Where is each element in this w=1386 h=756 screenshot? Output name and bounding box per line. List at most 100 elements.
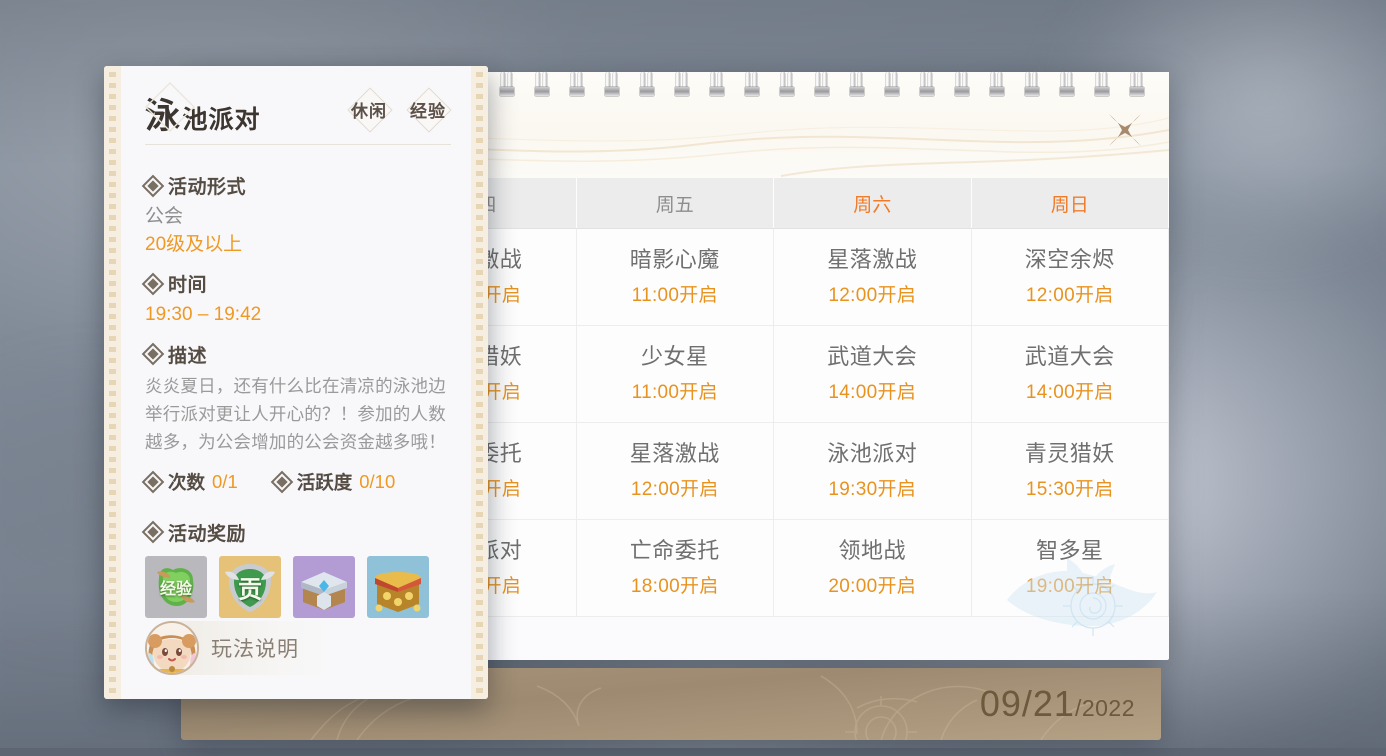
diamond-bullet-icon (141, 174, 165, 197)
table-header-3[interactable]: 周五 (576, 178, 774, 229)
npc-avatar (145, 621, 199, 675)
spiral-ring (605, 72, 619, 100)
dialog-body: 活动形式 公会 20级及以上 时间 19:30 – 19:42 描述 炎炎夏日，… (121, 172, 471, 618)
spiral-ring (1130, 72, 1144, 100)
activity-cell-time: 11:00开启 (631, 284, 718, 306)
calendar-date: 09/21/2022 (980, 683, 1135, 725)
activity-cell[interactable]: 青灵猎妖 15:30开启 (971, 422, 1169, 520)
silver-chest-icon[interactable] (293, 555, 355, 618)
activity-cell-name: 武道大会 (827, 344, 918, 370)
activity-tag: 休闲 (346, 87, 393, 133)
activity-cell-name: 青灵猎妖 (1024, 441, 1115, 467)
dialog-footer: 玩法说明 (145, 621, 449, 675)
activity-tag-label: 经验 (410, 101, 446, 122)
calendar-month-day: 09/21 (979, 683, 1075, 724)
dialog-left-border (104, 66, 121, 699)
activity-cell-time: 19:30开启 (828, 478, 917, 500)
activity-cell-time: 11:00开启 (631, 381, 718, 403)
gameplay-help-label: 玩法说明 (211, 638, 299, 661)
activity-cell-name: 亡命委托 (629, 538, 720, 564)
activity-detail-dialog: 泳池派对 休闲 经验 活动形式 公会 20级及以上 时间 19:30 – 19:4… (104, 66, 488, 699)
diamond-bullet-icon (141, 520, 165, 544)
activity-cell[interactable]: 领地战 20:00开启 (773, 519, 972, 617)
activity-cell-time: 12:00开启 (630, 478, 719, 500)
spiral-ring (570, 72, 584, 100)
close-icon[interactable] (1103, 108, 1147, 152)
section-activity-form: 活动形式 (141, 172, 449, 199)
reward-glyph: 贡 (238, 574, 262, 604)
diamond-bullet-icon (141, 342, 165, 366)
activity-cell[interactable]: 星落激战 12:00开启 (773, 228, 972, 326)
activity-cell-time: 19:00开启 (1025, 575, 1114, 597)
activity-cell-time: 12:00开启 (1025, 284, 1114, 306)
activity-cell-name: 泳池派对 (827, 441, 918, 467)
activity-cell-time: 14:00开启 (828, 381, 917, 403)
table-header-4[interactable]: 周六 (773, 178, 972, 229)
activity-time-value: 19:30 – 19:42 (145, 304, 262, 326)
spiral-ring (780, 72, 794, 100)
activity-level-requirement: 20级及以上 (145, 233, 243, 255)
activity-cell-time: 14:00开启 (1025, 381, 1114, 403)
gameplay-help-button[interactable]: 玩法说明 (145, 621, 345, 675)
activity-counter-label: 活跃度 (296, 471, 353, 493)
reward-glyph: 经验 (159, 578, 192, 598)
dialog-content: 泳池派对 休闲 经验 活动形式 公会 20级及以上 时间 19:30 – 19:4… (121, 66, 471, 699)
activity-title: 泳池派对 (144, 81, 261, 139)
activity-counter-label: 次数 (168, 471, 206, 493)
spiral-ring (535, 72, 549, 100)
activity-cell-name: 少女星 (640, 344, 709, 370)
spiral-ring (1060, 72, 1074, 100)
diamond-bullet-icon (141, 470, 165, 493)
activity-cell-name: 智多星 (1035, 538, 1104, 564)
spiral-ring (745, 72, 759, 100)
section-description: 描述 (141, 341, 449, 368)
activity-counter: 活跃度 0/10 (270, 469, 396, 495)
activity-cell-time: 15:30开启 (1025, 478, 1114, 500)
activity-cell-time: 18:00开启 (630, 575, 719, 597)
spiral-ring (815, 72, 829, 100)
activity-tag-list: 休闲 经验 (346, 87, 452, 133)
activity-form-value: 公会 (145, 206, 184, 227)
contribution-shield-icon[interactable]: 贡 (219, 555, 281, 618)
activity-cell-name: 武道大会 (1024, 344, 1115, 370)
activity-tag-label: 休闲 (351, 101, 387, 122)
activity-counter-value: 0/10 (359, 470, 396, 492)
gold-chest-icon[interactable] (367, 555, 429, 618)
title-diamond-decoration-icon (144, 81, 196, 133)
spiral-ring (675, 72, 689, 100)
calendar-year: /2022 (1074, 695, 1135, 721)
activity-cell[interactable]: 智多星 19:00开启 (971, 519, 1169, 617)
activity-cell[interactable]: 武道大会 14:00开启 (773, 325, 972, 423)
section-description-label: 描述 (168, 345, 208, 367)
spiral-ring (955, 72, 969, 100)
dialog-right-border (471, 66, 488, 699)
table-header-5[interactable]: 周日 (971, 178, 1169, 229)
activity-cell[interactable]: 深空余烬 12:00开启 (971, 228, 1169, 326)
dialog-header: 泳池派对 休闲 经验 (121, 66, 471, 148)
activity-cell-time: 20:00开启 (828, 575, 917, 597)
spiral-ring (640, 72, 654, 100)
background-bottom-bar (0, 748, 1386, 756)
diamond-bullet-icon (270, 470, 294, 493)
activity-description-text: 炎炎夏日，还有什么比在清凉的泳池边举行派对更让人开心的？！参加的人数越多，为公会… (145, 375, 446, 453)
activity-cell-name: 星落激战 (827, 247, 918, 273)
spiral-ring (500, 72, 514, 100)
spiral-ring (710, 72, 724, 100)
activity-tag: 经验 (405, 87, 452, 133)
section-time: 时间 (141, 270, 449, 297)
spiral-ring (990, 72, 1004, 100)
activity-cell[interactable]: 亡命委托 18:00开启 (576, 519, 774, 617)
activity-cell-name: 暗影心魔 (629, 247, 720, 273)
activity-cell[interactable]: 星落激战 12:00开启 (576, 422, 774, 520)
activity-counter: 次数 0/1 (141, 469, 238, 495)
dialog-header-divider (145, 144, 451, 145)
section-rewards-label: 活动奖励 (168, 523, 247, 545)
exp-leaf-icon[interactable]: 经验 (145, 555, 207, 618)
activity-cell[interactable]: 少女星 11:00开启 (576, 325, 774, 423)
spiral-ring (850, 72, 864, 100)
activity-cell[interactable]: 暗影心魔 11:00开启 (576, 228, 774, 326)
spiral-ring (885, 72, 899, 100)
activity-cell[interactable]: 泳池派对 19:30开启 (773, 422, 972, 520)
section-time-label: 时间 (168, 275, 208, 297)
activity-cell[interactable]: 武道大会 14:00开启 (971, 325, 1169, 423)
